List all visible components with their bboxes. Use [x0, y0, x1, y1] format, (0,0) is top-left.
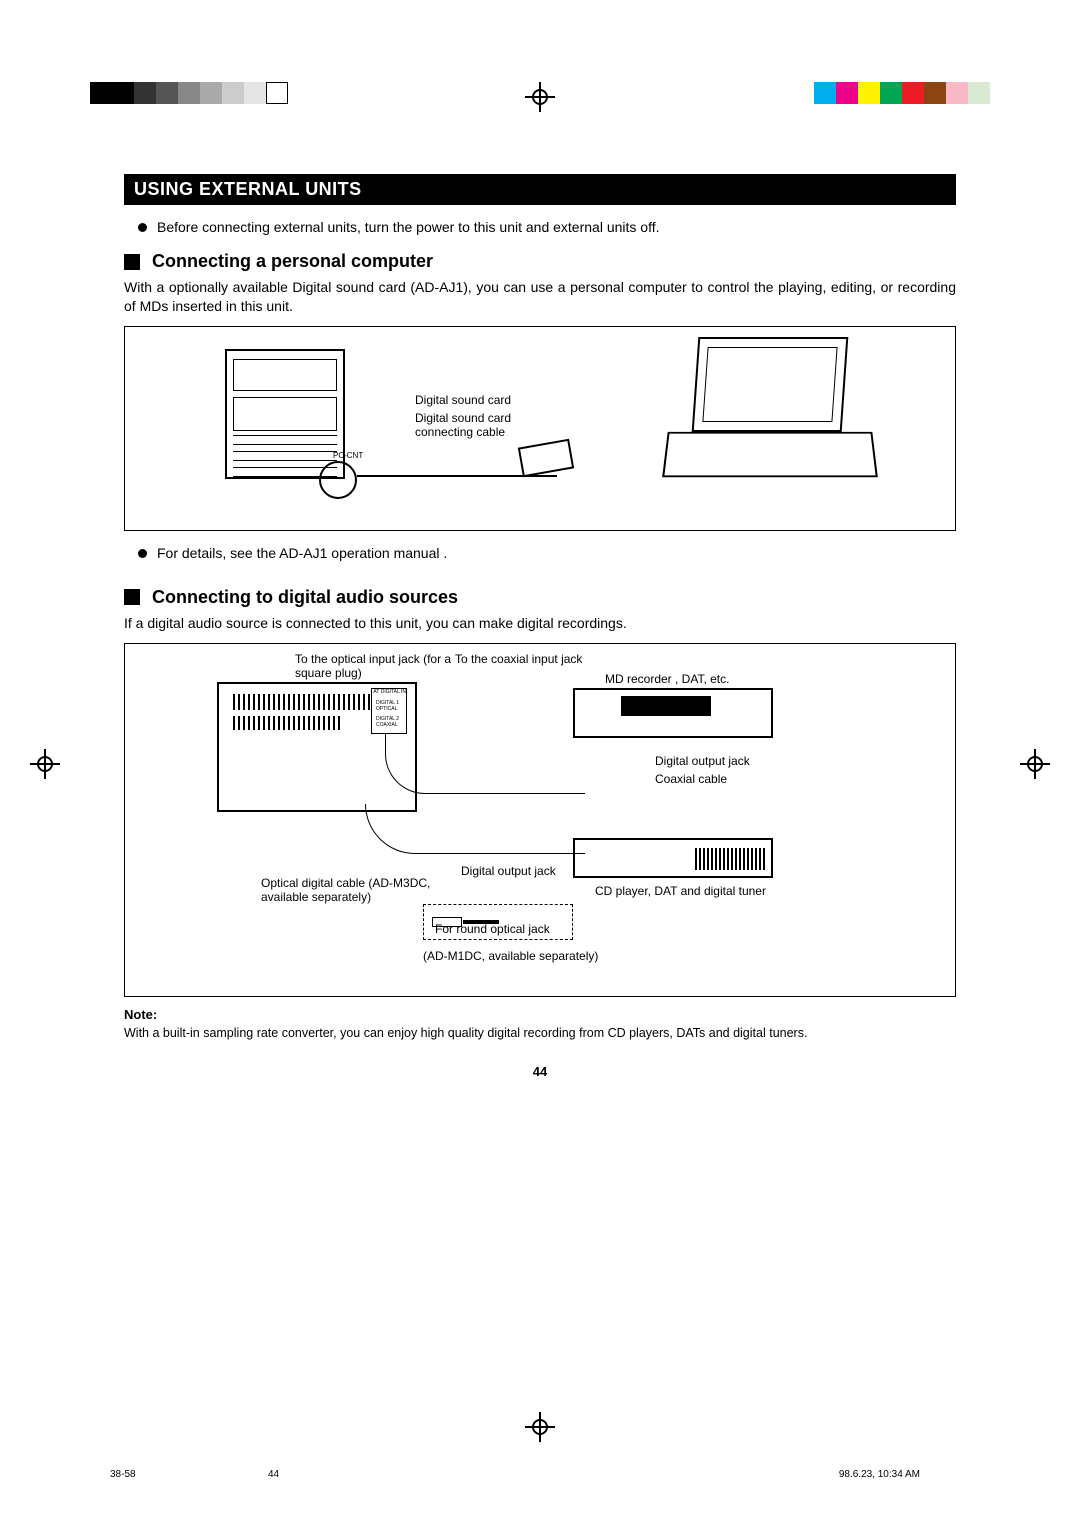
label-to-coaxial: To the coaxial input jack — [455, 652, 582, 666]
square-bullet-icon — [124, 254, 140, 270]
print-registration-top — [0, 82, 1080, 112]
figure-digital-audio: To the optical input jack (for a square … — [124, 643, 956, 997]
intro-bullet-text: Before connecting external units, turn t… — [157, 219, 660, 235]
subheading-digital-audio-text: Connecting to digital audio sources — [152, 587, 458, 608]
label-digital-output-2: Digital output jack — [461, 864, 556, 878]
footer-left: 38-58 — [110, 1469, 136, 1480]
label-round-optical: For round optical jack — [435, 922, 555, 936]
illustration-laptop — [665, 337, 875, 487]
section1-paragraph: With a optionally available Digital soun… — [124, 278, 956, 316]
note-text: With a built-in sampling rate converter,… — [124, 1025, 956, 1043]
footer-mid: 44 — [268, 1469, 279, 1480]
label-coaxial-cable: Coaxial cable — [655, 772, 727, 786]
section1-footnote: For details, see the AD-AJ1 operation ma… — [138, 545, 956, 561]
footer-right: 98.6.23, 10:34 AM — [839, 1469, 920, 1480]
print-registration-bottom — [0, 1412, 1080, 1442]
subheading-digital-audio: Connecting to digital audio sources — [124, 587, 956, 608]
crosshair-left-icon — [30, 749, 60, 779]
crosshair-icon — [525, 1412, 555, 1442]
page-content: USING EXTERNAL UNITS Before connecting e… — [124, 174, 956, 1079]
illustration-cd-player — [573, 838, 773, 878]
illustration-port-callout — [319, 461, 357, 499]
label-digital-sound-card: Digital sound card — [415, 393, 511, 407]
grayscale-bars — [90, 82, 288, 104]
section2-paragraph: If a digital audio source is connected t… — [124, 614, 956, 633]
label-connecting-cable: Digital sound card connecting cable — [415, 411, 545, 439]
label-optical-cable: Optical digital cable (AD-M3DC, availabl… — [261, 876, 461, 904]
section-title-bar: USING EXTERNAL UNITS — [124, 174, 956, 205]
intro-bullet: Before connecting external units, turn t… — [138, 219, 956, 235]
label-port: PC-CNT — [333, 451, 363, 460]
panel-label-3: DIGITAL 2 COAXIAL — [376, 716, 406, 728]
panel-label-2: DIGITAL 1 OPTICAL — [376, 700, 406, 712]
subheading-connect-pc-text: Connecting a personal computer — [152, 251, 433, 272]
illustration-cable — [357, 475, 557, 477]
illustration-md-recorder — [573, 688, 773, 738]
color-bars — [814, 82, 990, 104]
bullet-dot-icon — [138, 549, 147, 558]
page-number: 44 — [124, 1064, 956, 1079]
label-to-optical: To the optical input jack (for a square … — [295, 652, 455, 680]
square-bullet-icon — [124, 589, 140, 605]
bullet-dot-icon — [138, 223, 147, 232]
label-ad-m1dc: (AD-M1DC, available separately) — [423, 949, 598, 963]
label-md-recorder: MD recorder , DAT, etc. — [605, 672, 729, 686]
label-cd-player: CD player, DAT and digital tuner — [595, 884, 766, 898]
illustration-coax-cable-path — [385, 734, 585, 794]
note-heading: Note: — [124, 1007, 956, 1022]
section1-footnote-text: For details, see the AD-AJ1 operation ma… — [157, 545, 447, 561]
crosshair-right-icon — [1020, 749, 1050, 779]
illustration-optical-cable-path — [365, 804, 585, 854]
crosshair-icon — [525, 82, 555, 112]
panel-label-1: AT DIGITAL IN — [373, 689, 406, 695]
label-digital-output-1: Digital output jack — [655, 754, 750, 768]
illustration-sound-card — [518, 438, 574, 477]
illustration-md-system — [225, 349, 345, 479]
figure-connect-pc: PC-CNT Digital sound card Digital sound … — [124, 326, 956, 531]
subheading-connect-pc: Connecting a personal computer — [124, 251, 956, 272]
